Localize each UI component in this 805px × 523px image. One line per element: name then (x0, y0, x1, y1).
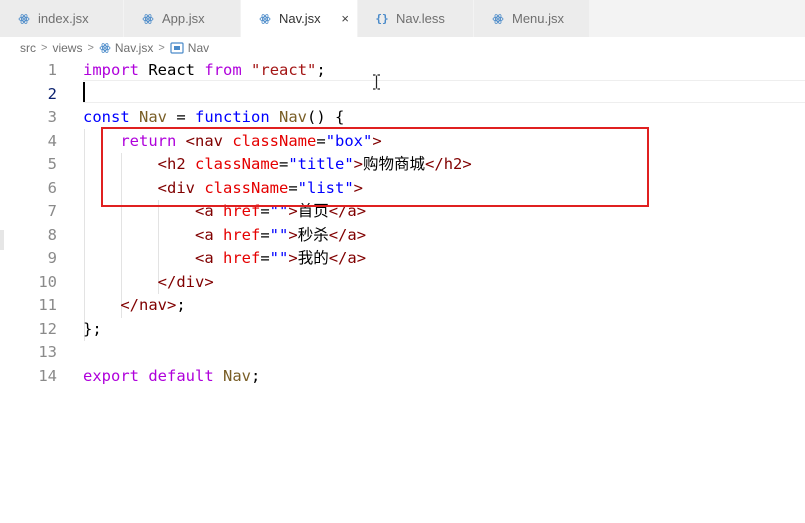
code-text: </nav>; (120, 296, 186, 314)
code-line: 12 }; (0, 318, 805, 342)
code-line: 3 const Nav = function Nav() { (0, 106, 805, 130)
react-icon (492, 13, 504, 25)
react-icon (18, 13, 30, 25)
chevron-right-icon: > (158, 42, 165, 54)
code-line: 13 (0, 341, 805, 365)
code-text: }; (83, 319, 102, 338)
code-line: 1 import React from "react"; (0, 59, 805, 83)
code-text: const Nav = function Nav() { (83, 108, 345, 126)
tab-label: Nav.jsx (279, 11, 321, 26)
line-number: 10 (38, 272, 57, 291)
code-text: <a href="">秒杀</a> (194, 225, 367, 244)
line-number: 5 (47, 155, 57, 173)
react-icon (99, 42, 111, 54)
symbol-variable-icon (170, 42, 184, 54)
tab-bar: index.jsx App.jsx Nav.jsx × {} Nav.less … (0, 0, 805, 37)
line-number: 9 (47, 249, 57, 267)
breadcrumb-src[interactable]: src (20, 41, 36, 55)
breadcrumb-symbol[interactable]: Nav (170, 41, 209, 55)
breadcrumb-file-label: Nav.jsx (114, 41, 154, 55)
ibeam-cursor-icon (373, 74, 380, 90)
code-text: export default Nav; (83, 366, 261, 385)
close-icon[interactable]: × (341, 11, 349, 26)
tab-app-jsx[interactable]: App.jsx (124, 0, 241, 37)
code-line: 9 <a href="">我的</a> (0, 247, 805, 271)
line-number: 1 (47, 61, 57, 79)
tab-label: Menu.jsx (512, 11, 565, 26)
chevron-right-icon: > (87, 42, 94, 54)
line-number: 2 (47, 84, 57, 103)
react-icon (259, 13, 271, 25)
braces-icon: {} (375, 12, 389, 25)
tab-label: App.jsx (162, 11, 205, 26)
line-number: 4 (47, 131, 57, 150)
breadcrumb-views[interactable]: views (52, 41, 82, 55)
line-number: 11 (38, 296, 57, 314)
code-line: 2 (0, 83, 805, 107)
code-line: 11 </nav>; (0, 294, 805, 318)
breadcrumb: src > views > Nav.jsx > Nav (0, 37, 805, 59)
code-line: 8 <a href="">秒杀</a> (0, 224, 805, 248)
code-line: 14 export default Nav; (0, 365, 805, 389)
line-number: 6 (47, 178, 57, 197)
code-text: import React from "react"; (83, 61, 326, 79)
tab-nav-less[interactable]: {} Nav.less (358, 0, 474, 37)
code-line: 10 </div> (0, 271, 805, 295)
sidebar-edge (0, 230, 4, 250)
line-number: 13 (38, 343, 57, 361)
code-text: <a href="">我的</a> (194, 249, 367, 267)
breadcrumb-file[interactable]: Nav.jsx (99, 41, 153, 55)
line-number: 7 (47, 202, 57, 220)
breadcrumb-symbol-label: Nav (187, 41, 210, 55)
tab-label: Nav.less (396, 11, 445, 26)
code-text: </div> (157, 272, 214, 291)
tab-menu-jsx[interactable]: Menu.jsx (474, 0, 590, 37)
text-caret (83, 82, 85, 102)
line-number: 8 (47, 225, 57, 244)
chevron-right-icon: > (41, 42, 48, 54)
tab-label: index.jsx (38, 11, 89, 26)
tab-index-jsx[interactable]: index.jsx (0, 0, 124, 37)
react-icon (142, 13, 154, 25)
tab-nav-jsx[interactable]: Nav.jsx × (241, 0, 358, 37)
annotation-highlight-box (101, 127, 649, 207)
line-number: 3 (47, 108, 57, 126)
line-number: 14 (38, 366, 57, 385)
line-number: 12 (38, 319, 57, 338)
